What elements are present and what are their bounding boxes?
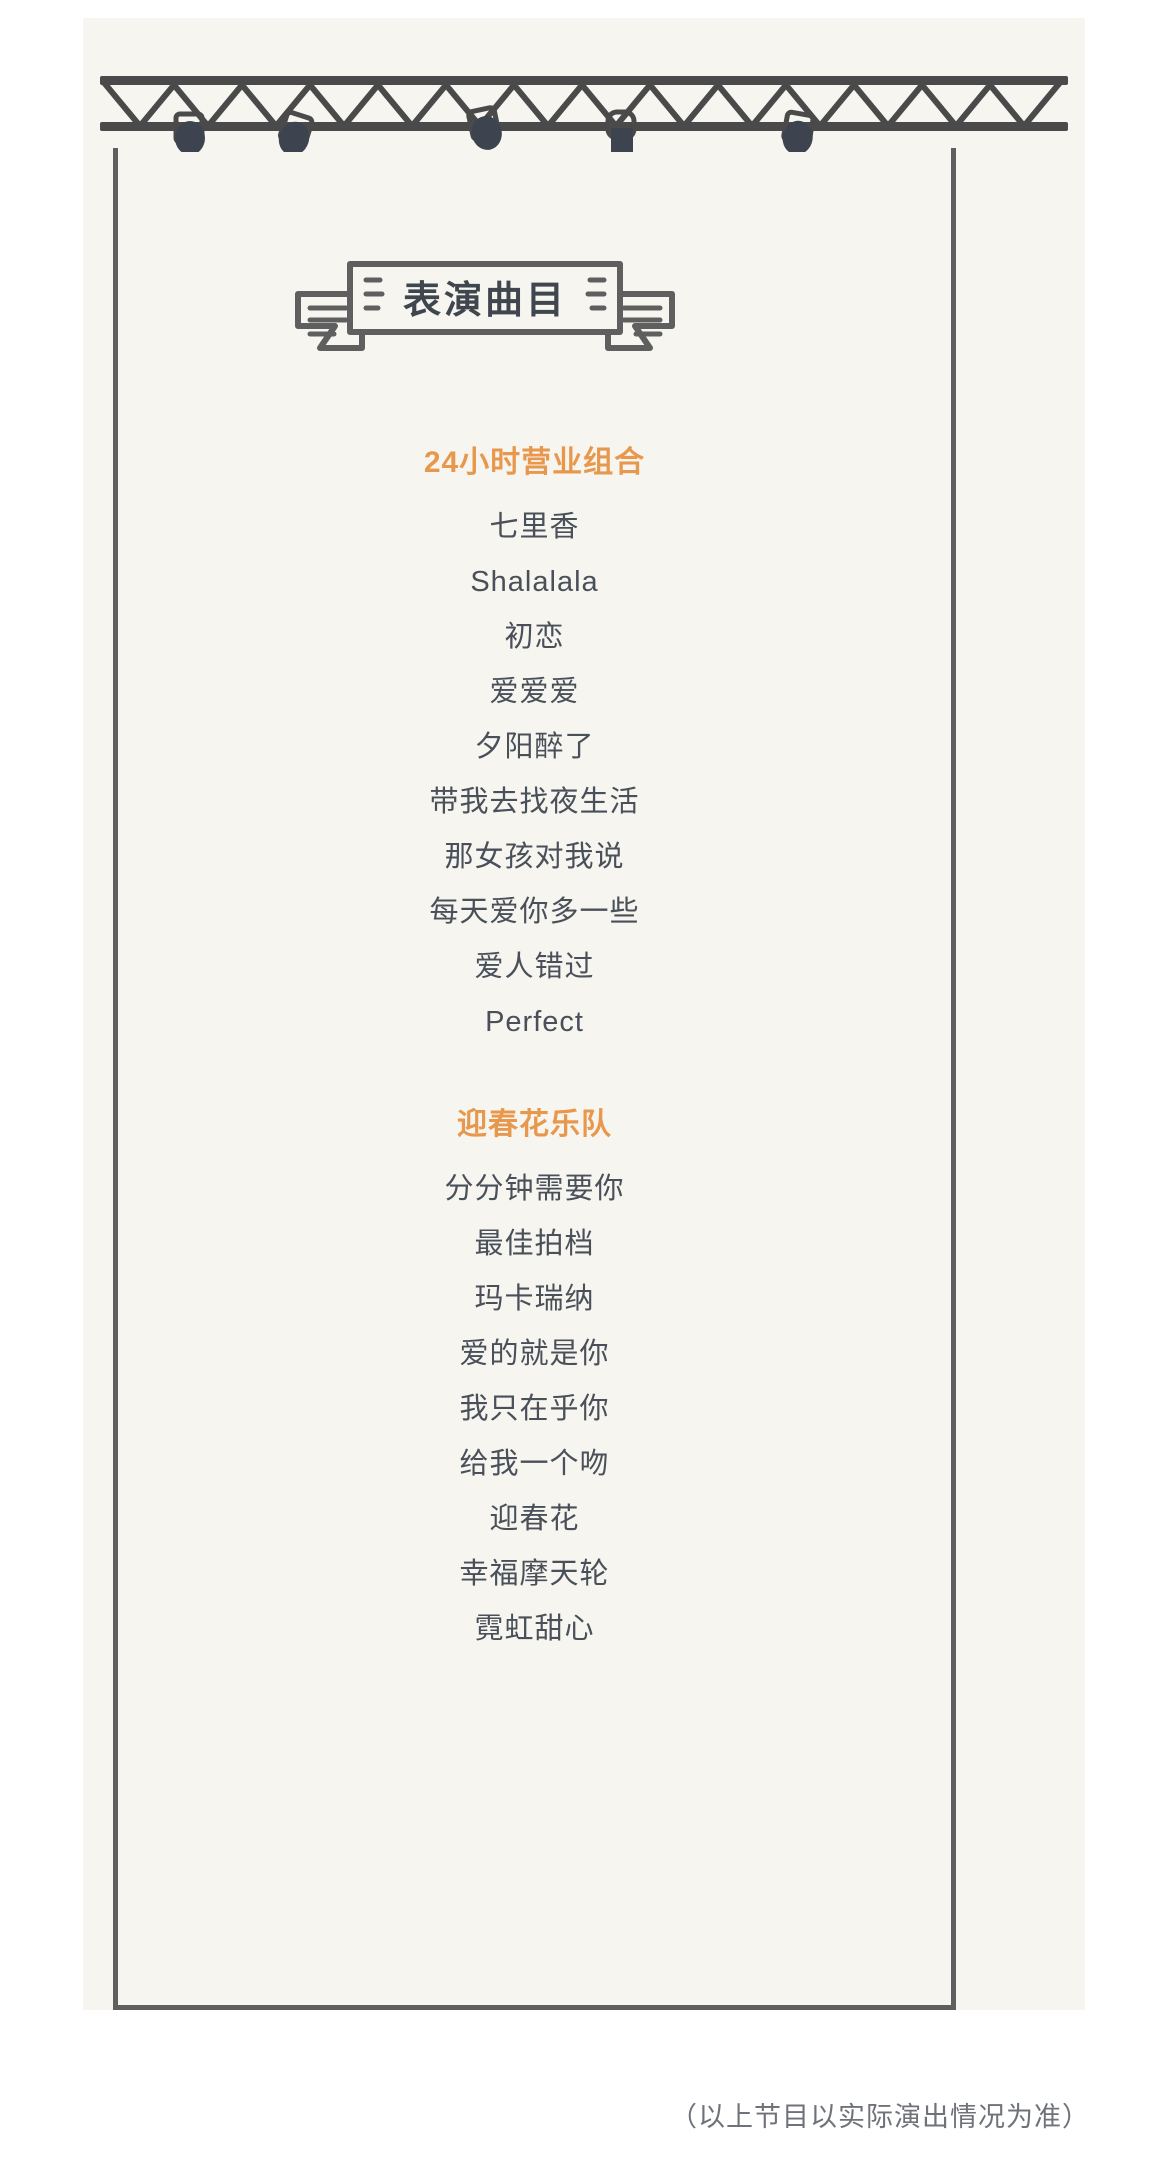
song-item: 玛卡瑞纳 [474,1283,595,1315]
section-divider-space [118,1050,951,1102]
setlist-section-2: 迎春花乐队 分分钟需要你 最佳拍档 玛卡瑞纳 爱的就是你 我只在乎你 给我一个吻… [118,1102,951,1657]
song-item: 爱的就是你 [459,1338,610,1370]
setlist-section-1: 24小时营业组合 七里香 Shalalala 初恋 爱爱爱 夕阳醉了 带我去找夜… [118,440,951,1050]
song-item: 夕阳醉了 [474,731,595,763]
ribbon-banner-icon [290,248,680,358]
section-title-2: 迎春花乐队 [457,1108,612,1141]
song-item: 那女孩对我说 [444,841,625,873]
section-title-1: 24小时营业组合 [423,446,646,479]
song-item: 给我一个吻 [459,1448,610,1480]
song-item: 每天爱你多一些 [429,896,640,928]
song-item: 迎春花 [489,1503,580,1535]
setlist-container: 24小时营业组合 七里香 Shalalala 初恋 爱爱爱 夕阳醉了 带我去找夜… [118,440,951,1657]
stage-truss-icon [100,62,1068,152]
song-item: Perfect [485,1006,584,1038]
song-item: 带我去找夜生活 [429,786,640,818]
disclaimer-note: （以上节目以实际演出情况为准） [670,2102,1090,2132]
song-item: 我只在乎你 [459,1393,610,1425]
song-item: 爱爱爱 [489,676,580,708]
song-item: 七里香 [489,511,580,543]
song-item: 分分钟需要你 [444,1173,625,1205]
song-item: 爱人错过 [474,951,595,983]
song-item: 霓虹甜心 [474,1613,595,1645]
poster-page: 表演曲目 24小时营业组合 七里香 Shalalala 初恋 爱爱爱 夕阳醉了 … [0,0,1170,2181]
song-item: 初恋 [504,621,565,653]
song-item: Shalalala [470,566,599,598]
song-item: 最佳拍档 [474,1228,595,1260]
song-item: 幸福摩天轮 [459,1558,610,1590]
